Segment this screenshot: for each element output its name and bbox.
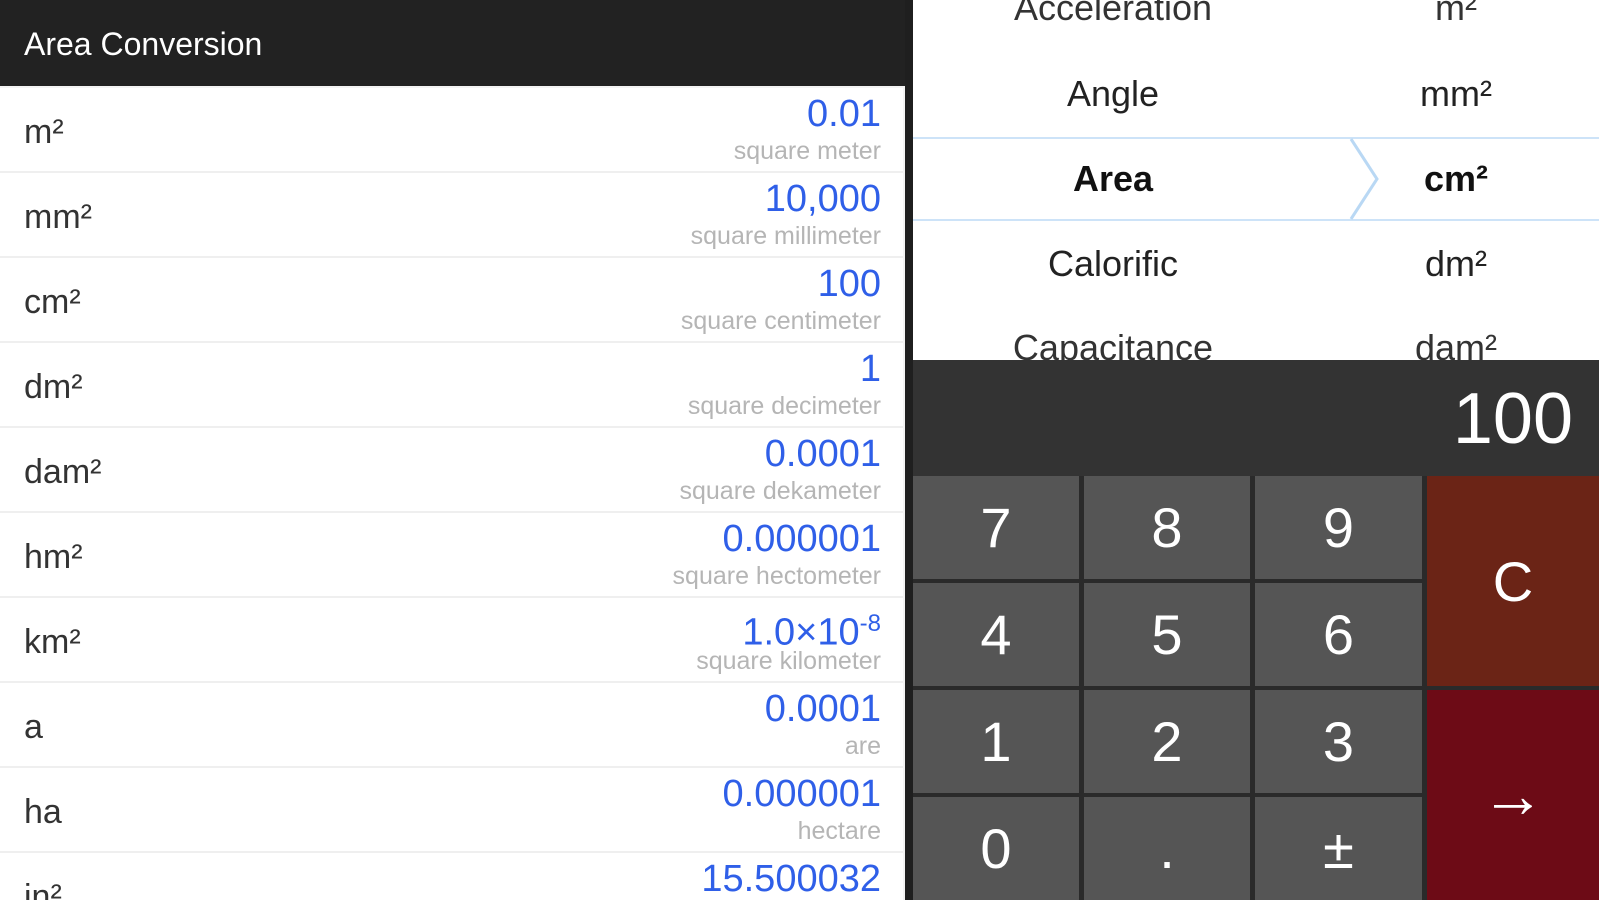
picker-category[interactable]: Angle <box>913 64 1313 124</box>
list-item[interactable]: km² 1.0×10-8 square kilometer <box>0 598 903 683</box>
header-bar: Area Conversion <box>0 0 905 86</box>
key-7[interactable]: 7 <box>913 476 1079 579</box>
display-value: 100 <box>1452 379 1573 459</box>
unit-value: 0.000001 <box>722 518 882 560</box>
key-5[interactable]: 5 <box>1084 583 1250 686</box>
keypad: 7 8 9 C 4 5 6 1 2 3 → 0 . ± <box>913 476 1599 900</box>
unit-name: square kilometer <box>696 647 881 675</box>
category-unit-picker[interactable]: Acceleration Angle Area Calorific Capaci… <box>913 0 1599 360</box>
list-item[interactable]: hm² 0.000001 square hectometer <box>0 513 903 598</box>
list-item[interactable]: m² 0.01 square meter <box>0 88 903 173</box>
unit-value: 10,000 <box>764 178 881 220</box>
picker-unit[interactable]: dm² <box>1313 234 1599 294</box>
unit-value: 0.01 <box>807 93 881 135</box>
unit-symbol: m² <box>24 113 64 151</box>
picker-unit[interactable]: dam² <box>1313 318 1599 360</box>
unit-symbol: in² <box>24 878 62 900</box>
key-4[interactable]: 4 <box>913 583 1079 686</box>
key-0[interactable]: 0 <box>913 797 1079 900</box>
panel-divider <box>905 0 913 900</box>
unit-name: square dekameter <box>679 477 881 505</box>
list-item[interactable]: dm² 1 square decimeter <box>0 343 903 428</box>
plus-minus-key[interactable]: ± <box>1255 797 1422 900</box>
unit-symbol: mm² <box>24 198 92 236</box>
list-item[interactable]: ha 0.000001 hectare <box>0 768 903 853</box>
picker-category[interactable]: Calorific <box>913 234 1313 294</box>
unit-name: square hectometer <box>672 562 881 590</box>
key-6[interactable]: 6 <box>1255 583 1422 686</box>
unit-value: 0.0001 <box>764 688 881 730</box>
key-2[interactable]: 2 <box>1084 690 1250 793</box>
picker-unit[interactable]: mm² <box>1313 64 1599 124</box>
unit-symbol: cm² <box>24 283 81 321</box>
picker-category[interactable]: Capacitance <box>913 318 1313 360</box>
unit-symbol: dam² <box>24 453 102 491</box>
unit-name: square meter <box>733 137 881 165</box>
unit-value: 100 <box>817 263 881 305</box>
unit-name: square millimeter <box>690 222 881 250</box>
unit-symbol: hm² <box>24 538 83 576</box>
page-title: Area Conversion <box>24 26 263 62</box>
unit-symbol: dm² <box>24 368 83 406</box>
list-item[interactable]: dam² 0.0001 square dekameter <box>0 428 903 513</box>
unit-symbol: ha <box>24 793 62 831</box>
key-8[interactable]: 8 <box>1084 476 1250 579</box>
picker-unit-selected[interactable]: cm² <box>1313 149 1599 209</box>
key-1[interactable]: 1 <box>913 690 1079 793</box>
list-item[interactable]: a 0.0001 are <box>0 683 903 768</box>
picker-unit[interactable]: m² <box>1313 0 1599 38</box>
unit-value: 0.0001 <box>764 433 881 475</box>
unit-symbol: a <box>24 708 43 746</box>
list-item[interactable]: cm² 100 square centimeter <box>0 258 903 343</box>
unit-symbol: km² <box>24 623 81 661</box>
clear-button[interactable]: C <box>1427 476 1599 686</box>
key-9[interactable]: 9 <box>1255 476 1422 579</box>
unit-name: are <box>844 732 881 760</box>
unit-value: 0.000001 <box>722 773 882 815</box>
input-display: 100 <box>913 360 1599 476</box>
key-3[interactable]: 3 <box>1255 690 1422 793</box>
enter-arrow-button[interactable]: → <box>1427 690 1599 900</box>
unit-value: 15.500032 <box>701 858 881 900</box>
unit-name: square centimeter <box>680 307 881 335</box>
value-exponent: -8 <box>859 610 881 637</box>
conversion-list[interactable]: m² 0.01 square meter mm² 10,000 square m… <box>0 88 903 900</box>
conversion-panel: Area Conversion m² 0.01 square meter mm²… <box>0 0 905 900</box>
unit-name: square decimeter <box>687 392 881 420</box>
list-item[interactable]: mm² 10,000 square millimeter <box>0 173 903 258</box>
list-item[interactable]: in² 15.500032 <box>0 853 903 900</box>
decimal-point-key[interactable]: . <box>1084 797 1250 900</box>
unit-name: hectare <box>797 817 881 845</box>
picker-category[interactable]: Acceleration <box>913 0 1313 38</box>
unit-value: 1 <box>859 348 881 390</box>
picker-category-selected[interactable]: Area <box>913 149 1313 209</box>
